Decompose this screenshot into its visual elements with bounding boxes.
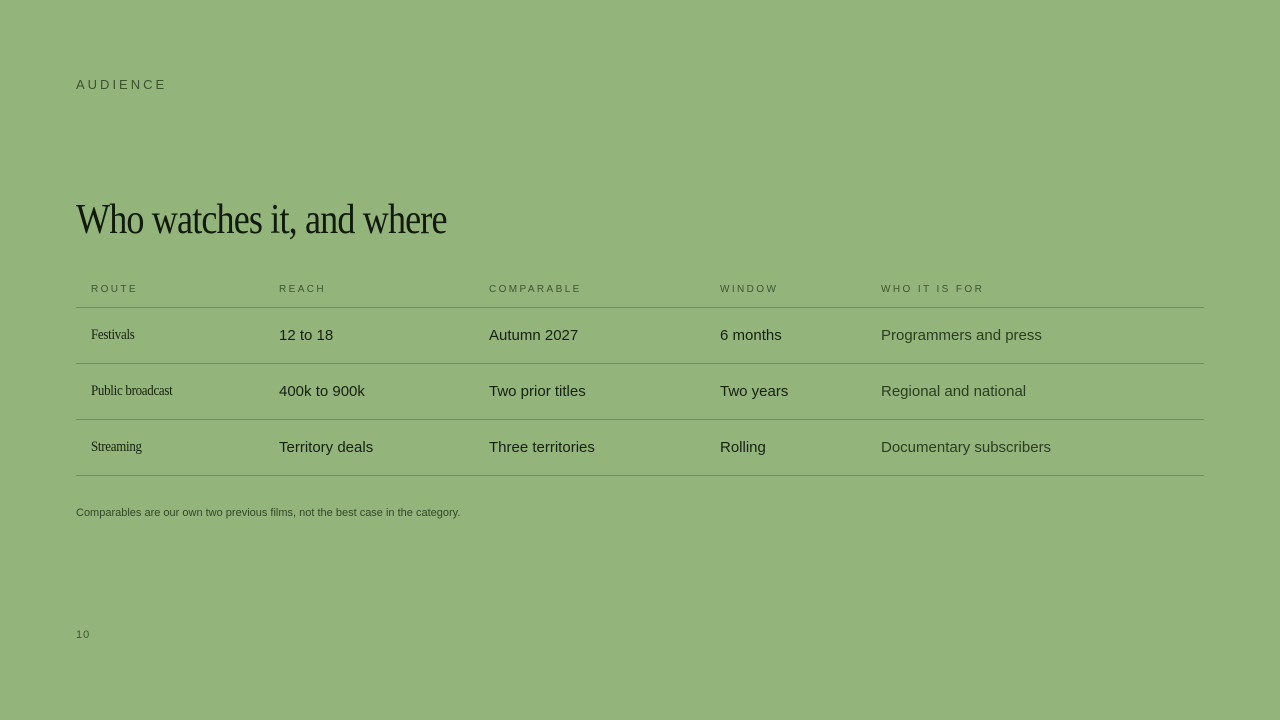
comparable-cell: Three territories: [474, 419, 705, 476]
route-cell: Streaming: [76, 419, 264, 476]
column-header-comparable: COMPARABLE: [474, 272, 705, 308]
column-header-route: ROUTE: [76, 272, 264, 308]
table-header-row: ROUTE REACH COMPARABLE WINDOW WHO IT IS …: [76, 272, 1204, 308]
table-row: Public broadcast 400k to 900k Two prior …: [76, 363, 1204, 420]
slide-title: Who watches it, and where: [76, 197, 448, 243]
reach-cell: 400k to 900k: [264, 363, 474, 420]
comparable-cell: Two prior titles: [474, 363, 705, 420]
section-eyebrow: AUDIENCE: [76, 77, 168, 92]
comparable-cell: Autumn 2027: [474, 307, 705, 364]
route-label: Streaming: [91, 439, 142, 455]
slide: AUDIENCE Who watches it, and where ROUTE…: [0, 0, 1280, 720]
audience-table-container: ROUTE REACH COMPARABLE WINDOW WHO IT IS …: [76, 272, 1204, 476]
window-cell: Rolling: [705, 419, 866, 476]
audience-table: ROUTE REACH COMPARABLE WINDOW WHO IT IS …: [76, 272, 1204, 476]
column-header-reach: REACH: [264, 272, 474, 308]
column-header-window: WINDOW: [705, 272, 866, 308]
footnote: Comparables are our own two previous fil…: [76, 507, 461, 519]
audience-cell: Programmers and press: [866, 307, 1204, 364]
reach-cell: Territory deals: [264, 419, 474, 476]
route-cell: Festivals: [76, 307, 264, 364]
audience-cell: Regional and national: [866, 363, 1204, 420]
table-row: Streaming Territory deals Three territor…: [76, 419, 1204, 476]
route-label: Festivals: [91, 327, 135, 343]
column-header-who-it-is-for: WHO IT IS FOR: [866, 272, 1204, 308]
audience-cell: Documentary subscribers: [866, 419, 1204, 476]
route-cell: Public broadcast: [76, 363, 264, 420]
table-row: Festivals 12 to 18 Autumn 2027 6 months …: [76, 307, 1204, 364]
window-cell: 6 months: [705, 307, 866, 364]
reach-cell: 12 to 18: [264, 307, 474, 364]
window-cell: Two years: [705, 363, 866, 420]
route-label: Public broadcast: [91, 383, 173, 399]
page-number: 10: [76, 629, 91, 641]
